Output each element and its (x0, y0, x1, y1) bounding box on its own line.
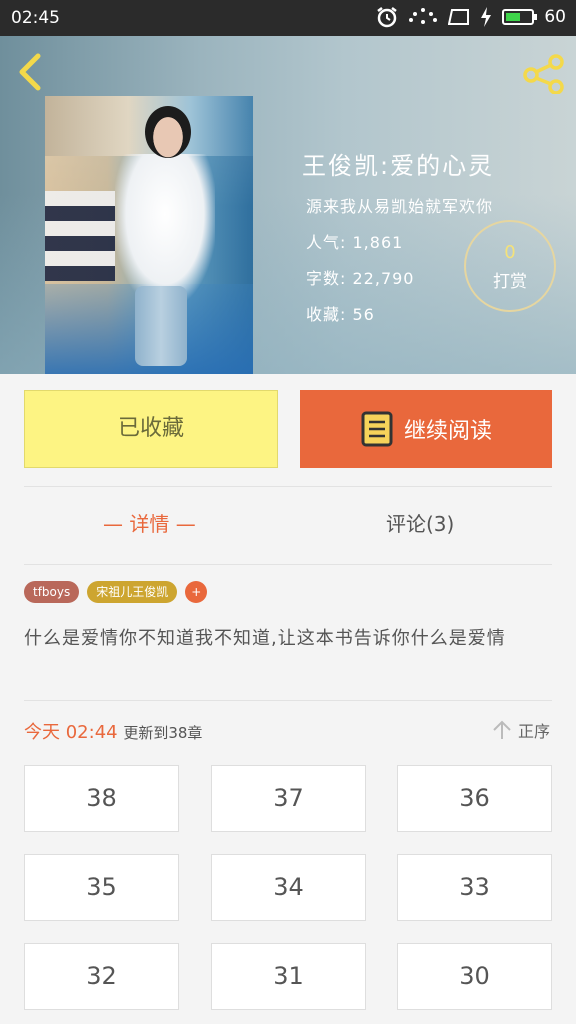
favorited-button[interactable]: 已收藏 (24, 390, 278, 468)
arrow-up-icon (493, 720, 511, 739)
battery-icon (502, 9, 538, 25)
book-cover-image[interactable] (45, 96, 253, 374)
divider (24, 700, 552, 701)
chapter-button[interactable]: 31 (211, 943, 366, 1010)
tag-song-zuer-wang-junkai[interactable]: 宋祖儿王俊凯 (87, 581, 178, 603)
battery-fill (506, 13, 521, 21)
continue-reading-label: 继续阅读 (403, 419, 492, 444)
chapter-button[interactable]: 32 (24, 943, 179, 1010)
status-time: 02:45 (11, 8, 60, 28)
charging-icon (481, 7, 492, 27)
share-icon[interactable] (522, 54, 566, 94)
reward-button[interactable]: 0 打赏 (464, 220, 556, 312)
chapter-button[interactable]: 34 (211, 854, 366, 921)
chapter-button[interactable]: 38 (24, 765, 179, 832)
divider (24, 486, 552, 487)
book-description: 什么是爱情你不知道我不知道,让这本书告诉你什么是爱情 (24, 628, 506, 649)
back-arrow-icon[interactable] (14, 52, 46, 92)
chapter-button[interactable]: 37 (211, 765, 366, 832)
tag-tfboys[interactable]: tfboys (24, 581, 80, 603)
tab-comments[interactable]: 评论(3) (386, 508, 454, 537)
sort-button[interactable]: 正序 (492, 718, 550, 742)
chapter-button[interactable]: 35 (24, 854, 179, 921)
chapter-button[interactable]: 36 (397, 765, 552, 832)
add-tag-button[interactable]: + (185, 581, 208, 603)
book-author: 源来我从易凯始就军欢你 (306, 197, 494, 216)
continue-reading-button[interactable]: 继续阅读 (300, 390, 552, 468)
alarm-icon (377, 7, 398, 28)
divider (24, 564, 552, 565)
tab-detail[interactable]: — 详情 — (103, 508, 196, 537)
tag-list: tfboys 宋祖儿王俊凯 + (24, 581, 208, 603)
reward-count: 0 (504, 242, 516, 263)
sort-label: 正序 (517, 722, 550, 741)
chapter-button[interactable]: 33 (397, 854, 552, 921)
update-day: 今天 (24, 722, 60, 743)
update-text: 更新到38章 (123, 724, 203, 742)
book-header: 王俊凯:爱的心灵 源来我从易凯始就军欢你 人气: 1,861 字数: 22,79… (0, 36, 576, 374)
signal-box-icon (448, 9, 470, 25)
update-time: 02:44 (65, 722, 118, 743)
wifi-icon (409, 8, 438, 24)
book-title: 王俊凯:爱的心灵 (302, 152, 495, 180)
book-icon (361, 411, 393, 447)
status-bar: 02:45 60 (0, 0, 576, 36)
chapter-button[interactable]: 30 (397, 943, 552, 1010)
status-icons: 60 (376, 6, 566, 28)
reward-label: 打赏 (493, 272, 527, 292)
battery-level: 60 (544, 7, 566, 27)
update-info: 今天 02:44 更新到38章 (24, 718, 202, 744)
book-favorites: 收藏: 56 (306, 305, 375, 324)
